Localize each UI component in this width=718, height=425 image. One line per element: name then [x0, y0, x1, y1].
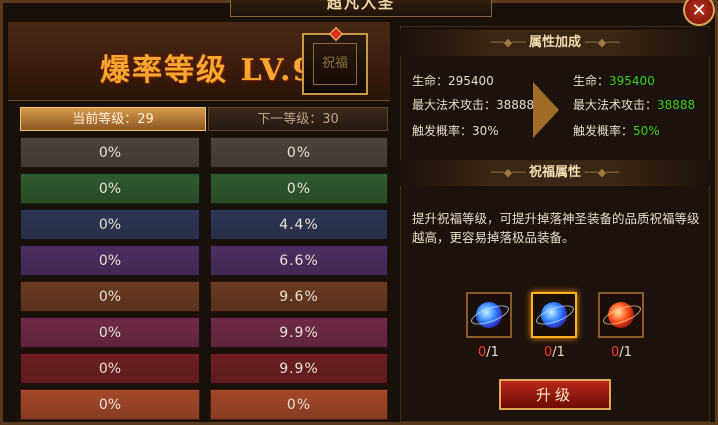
- current-rate-cell: 0%: [20, 173, 200, 204]
- blessing-description: 提升祝福等级，可提升掉落神圣装备的品质祝福等级越高，更容易掉落极品装备。: [412, 211, 700, 245]
- current-rate-cell: 0%: [20, 209, 200, 240]
- current-rate-cell: 0%: [20, 353, 200, 384]
- blessing-item-3[interactable]: [598, 292, 644, 338]
- next-rate-label: 触发概率：: [573, 124, 634, 138]
- current-rate-cell: 0%: [20, 281, 200, 312]
- level-title: 爆率等级 LV.9: [100, 53, 316, 88]
- next-atk: 最大法术攻击：38888: [573, 96, 695, 113]
- current-rate-cell: 0%: [20, 245, 200, 276]
- next-rate-cell: 0%: [210, 137, 388, 168]
- item-1-count: 0/1: [478, 345, 499, 360]
- current-rate: 触发概率：30%: [412, 124, 499, 138]
- next-hp: 生命：395400: [573, 72, 655, 89]
- item-3-need: /1: [619, 345, 632, 360]
- next-rate-cell: 9.9%: [210, 353, 388, 384]
- next-rate-cell: 9.9%: [210, 317, 388, 348]
- next-rate: 触发概率：50%: [573, 122, 660, 139]
- next-hp-label: 生命：: [573, 74, 610, 88]
- current-rate-cell: 0%: [20, 317, 200, 348]
- current-rate-cell: 0%: [20, 137, 200, 168]
- arrow-right-icon: [533, 82, 559, 138]
- next-rate-cell: 9.6%: [210, 281, 388, 312]
- next-atk-label: 最大法术攻击：: [573, 98, 658, 112]
- next-rate-cell: 0%: [210, 173, 388, 204]
- window-title: 超凡入圣: [230, 0, 492, 17]
- emblem-label: 祝福: [313, 43, 357, 85]
- next-rate-cell: 6.6%: [210, 245, 388, 276]
- next-rate-value: 50%: [633, 124, 660, 138]
- tab-next-level[interactable]: 下一等级：30: [208, 107, 388, 131]
- blessing-item-2[interactable]: [531, 292, 577, 338]
- blessing-item-1[interactable]: [466, 292, 512, 338]
- tab-current-level[interactable]: 当前等级：29: [20, 107, 206, 131]
- item-1-need: /1: [486, 345, 499, 360]
- item-2-need: /1: [552, 345, 565, 360]
- current-atk: 最大法术攻击：38888: [412, 98, 535, 112]
- next-hp-value: 395400: [609, 74, 655, 88]
- next-rate-cell: 4.4%: [210, 209, 388, 240]
- blessing-heading-label: 祝福属性: [528, 165, 581, 180]
- attributes-heading: ──◆── 属性加成 ──◆──: [400, 30, 710, 56]
- blessing-heading: ──◆── 祝福属性 ──◆──: [400, 160, 710, 186]
- attributes-heading-label: 属性加成: [528, 35, 581, 50]
- item-3-count: 0/1: [611, 345, 632, 360]
- item-2-count: 0/1: [544, 345, 565, 360]
- next-rate-cell: 0%: [210, 389, 388, 420]
- upgrade-button[interactable]: 升级: [499, 379, 611, 410]
- next-atk-value: 38888: [657, 98, 696, 112]
- current-rate-cell: 0%: [20, 389, 200, 420]
- blessing-emblem: 祝福: [302, 26, 368, 95]
- current-hp: 生命：295400: [412, 74, 494, 88]
